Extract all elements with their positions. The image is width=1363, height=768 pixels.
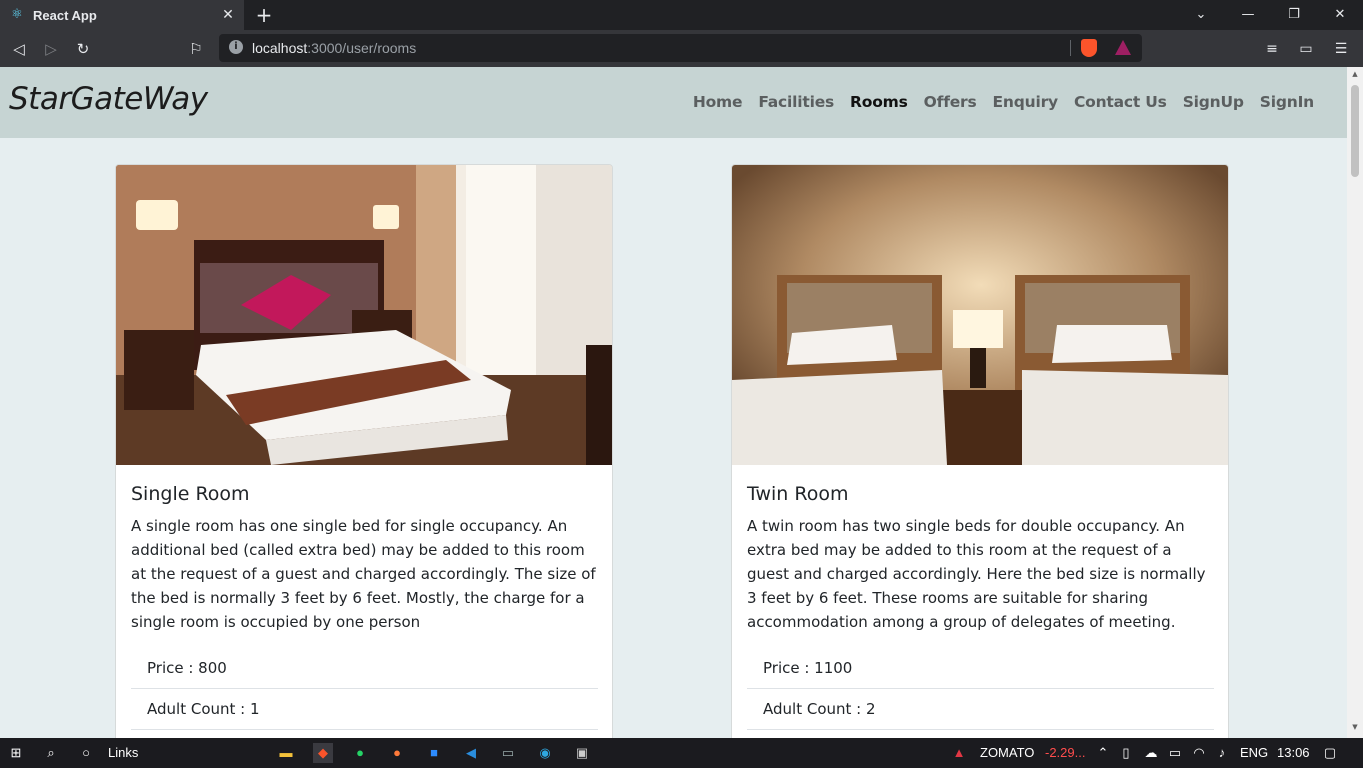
page-scrollbar[interactable]: ▲ ▼ — [1347, 67, 1363, 738]
file-explorer-icon[interactable]: ▬ — [276, 743, 296, 763]
room-price: Price : 1100 — [747, 648, 1214, 689]
postman-icon[interactable]: ● — [387, 743, 407, 763]
stock-widget-icon[interactable]: ▲ — [949, 743, 969, 763]
room-description: A single room has one single bed for sin… — [131, 517, 596, 631]
nav-signup[interactable]: SignUp — [1183, 93, 1244, 111]
battery-icon[interactable]: ▭ — [1165, 743, 1185, 763]
restore-button[interactable]: ❐ — [1271, 0, 1317, 30]
nav-home[interactable]: Home — [693, 93, 743, 111]
reload-button[interactable]: ↻ — [72, 38, 94, 60]
twin-room-image — [732, 165, 1228, 465]
nav-signin[interactable]: SignIn — [1260, 93, 1314, 111]
menu-icon[interactable]: ☰ — [1330, 38, 1352, 60]
tab-title: React App — [33, 7, 97, 23]
room-card-twin: Twin Room A twin room has two single bed… — [731, 164, 1229, 738]
bookmark-icon[interactable]: ⚐ — [185, 38, 207, 60]
meet-now-icon[interactable]: ▯ — [1116, 743, 1136, 763]
app-icon[interactable]: ▭ — [498, 743, 518, 763]
new-tab-button[interactable]: + — [254, 4, 274, 26]
whatsapp-icon[interactable]: ● — [350, 743, 370, 763]
url-path: :3000/user/rooms — [307, 40, 417, 56]
edge-icon[interactable]: ◉ — [535, 743, 555, 763]
page-viewport: StarGateWay Home Facilities Rooms Offers… — [0, 67, 1347, 738]
nav-contact-us[interactable]: Contact Us — [1074, 93, 1167, 111]
vscode-icon[interactable]: ◀ — [461, 743, 481, 763]
back-button[interactable]: ◁ — [8, 38, 30, 60]
onedrive-icon[interactable]: ☁ — [1141, 743, 1161, 763]
room-description: A twin room has two single beds for doub… — [747, 517, 1206, 631]
browser-tab[interactable]: ⚛ React App ✕ — [0, 0, 244, 30]
single-room-image — [116, 165, 612, 465]
url-host: localhost — [252, 40, 308, 56]
minimize-button[interactable]: — — [1225, 0, 1271, 30]
windows-taskbar: ⊞ ⌕ ○ Links ▬ ◆ ● ● ■ ◀ ▭ ◉ ▣ ▲ ZOMATO -… — [0, 738, 1363, 768]
windows-start-icon[interactable]: ⊞ — [6, 743, 26, 763]
media-playlist-icon[interactable]: ≡ — [1261, 38, 1283, 60]
nav-enquiry[interactable]: Enquiry — [993, 93, 1059, 111]
room-adult-count: Adult Count : 2 — [747, 689, 1214, 730]
nav-links: Home Facilities Rooms Offers Enquiry Con… — [677, 93, 1314, 111]
nav-rooms[interactable]: Rooms — [850, 93, 908, 111]
show-hidden-icons-chevron-icon[interactable]: ⌃ — [1093, 743, 1113, 763]
room-adult-count: Adult Count : 1 — [131, 689, 598, 730]
brave-browser-icon[interactable]: ◆ — [313, 743, 333, 763]
nav-offers[interactable]: Offers — [924, 93, 977, 111]
close-tab-icon[interactable]: ✕ — [218, 7, 238, 23]
browser-toolbar: ◁ ▷ ↻ ⚐ i localhost:3000/user/rooms ≡ ▭ … — [0, 30, 1363, 67]
terminal-icon[interactable]: ▣ — [572, 743, 592, 763]
clock[interactable]: 13:06 — [1277, 745, 1310, 760]
scroll-down-icon[interactable]: ▼ — [1347, 723, 1363, 731]
site-brand[interactable]: StarGateWay — [9, 81, 208, 117]
stock-name[interactable]: ZOMATO — [980, 745, 1034, 760]
site-navbar: StarGateWay Home Facilities Rooms Offers… — [0, 67, 1347, 138]
url-text: localhost:3000/user/rooms — [252, 40, 416, 56]
wifi-icon[interactable]: ◠ — [1189, 743, 1209, 763]
stock-change[interactable]: -2.29... — [1045, 745, 1085, 760]
zoom-icon[interactable]: ■ — [424, 743, 444, 763]
language-indicator[interactable]: ENG — [1240, 745, 1268, 760]
scroll-up-icon[interactable]: ▲ — [1347, 70, 1363, 78]
address-bar-divider — [1070, 40, 1071, 56]
wallet-icon[interactable]: ▭ — [1295, 38, 1317, 60]
links-toolbar-label[interactable]: Links — [108, 745, 138, 760]
close-window-button[interactable]: ✕ — [1317, 0, 1363, 30]
scrollbar-thumb[interactable] — [1351, 85, 1359, 177]
notifications-icon[interactable]: ▢ — [1320, 743, 1340, 763]
room-title: Twin Room — [747, 483, 849, 505]
room-title: Single Room — [131, 483, 250, 505]
site-info-icon[interactable]: i — [229, 40, 243, 54]
room-price: Price : 800 — [131, 648, 598, 689]
browser-tab-bar: ⚛ React App ✕ + ⌄ — ❐ ✕ — [0, 0, 1363, 30]
volume-icon[interactable]: ♪ — [1212, 743, 1232, 763]
brave-rewards-icon[interactable] — [1115, 40, 1131, 55]
forward-button[interactable]: ▷ — [40, 38, 62, 60]
nav-facilities[interactable]: Facilities — [758, 93, 834, 111]
react-favicon-icon: ⚛ — [11, 7, 23, 22]
brave-shield-icon[interactable] — [1081, 39, 1097, 57]
cortana-icon[interactable]: ○ — [76, 743, 96, 763]
room-card-single: Single Room A single room has one single… — [115, 164, 613, 738]
search-icon[interactable]: ⌕ — [41, 743, 61, 763]
address-bar[interactable]: i localhost:3000/user/rooms — [219, 34, 1142, 62]
tab-search-chevron-icon[interactable]: ⌄ — [1178, 0, 1224, 30]
